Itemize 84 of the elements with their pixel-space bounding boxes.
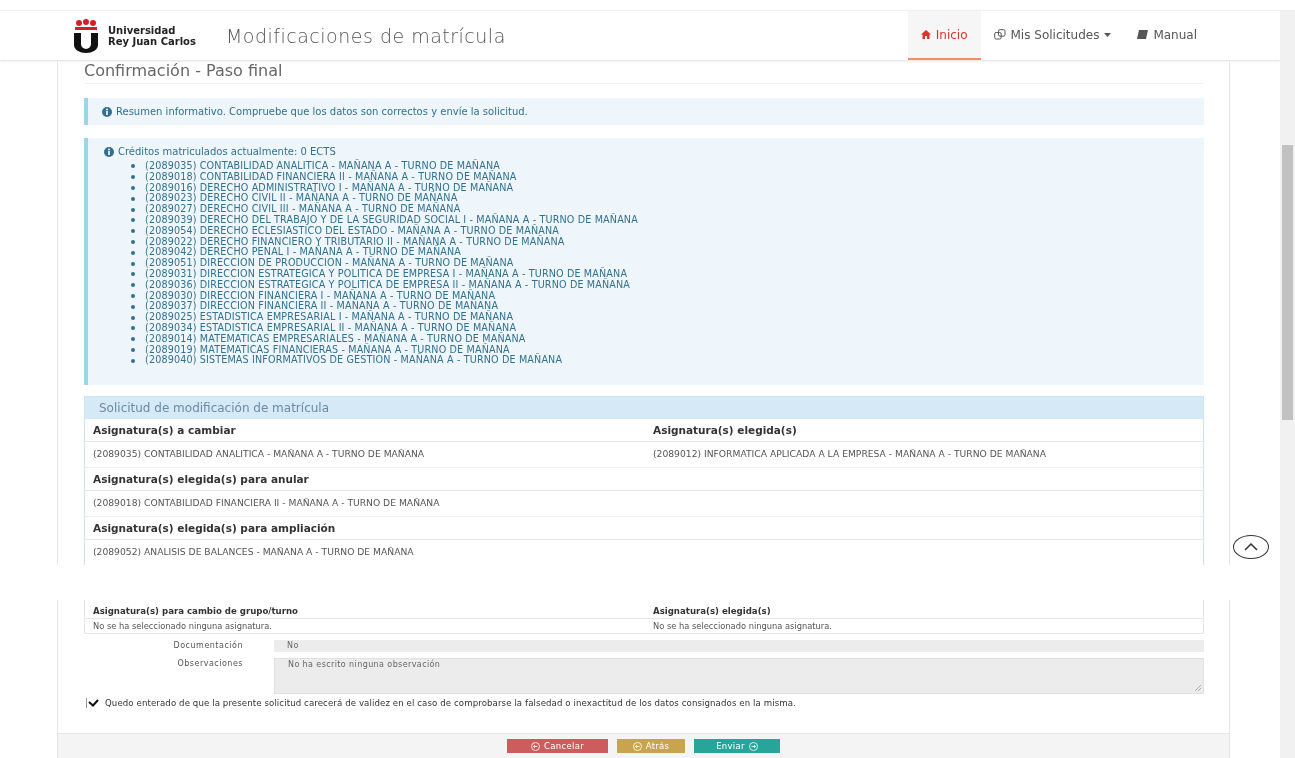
subject-item: (2089027) DERECHO CIVIL III - MAÑANA A - TURNO DE MAÑANA: [145, 204, 461, 215]
subject-item: (2089016) DERECHO ADMINISTRATIVO I - MAÑANA A - TURNO DE MAÑANA: [145, 182, 514, 193]
checkbox[interactable]: [86, 698, 99, 708]
back-arrow-icon: [632, 741, 642, 751]
bullet-icon: [131, 293, 135, 298]
bullet-icon: [131, 229, 135, 234]
bullet-icon: [131, 196, 135, 201]
cancel-button[interactable]: Cancelar: [507, 739, 608, 753]
bullet-icon: [131, 175, 135, 180]
subject-item: (2089018) CONTABILIDAD FINANCIERA II - MAÑANA A - TURNO DE MAÑANA: [145, 171, 517, 182]
nav-link[interactable]: Inicio: [907, 11, 981, 60]
bullet-icon: [131, 283, 135, 288]
subject-item: (2089035) CONTABILIDAD ANALITICA - MAÑANA A - TURNO DE MAÑANA: [145, 161, 500, 171]
text-area[interactable]: No ha escrito ninguna observación: [274, 658, 1204, 694]
agreement-text: Quedo enterado de que la presente solicitud carecerá de validez en el caso de comprobarse la falsedad o inexactitud de los datos consignados en la misma.: [105, 698, 796, 708]
subject-item: (2089031) DIRECCION ESTRATEGICA Y POLITICA DE EMPRESA I - MAÑANA A - TURNO DE MAÑANA: [145, 268, 628, 279]
column-heading: Asignatura(s) elegida(s): [653, 606, 772, 616]
column-heading: Asignatura(s) para cambio de grupo/turno: [93, 606, 299, 616]
book-icon: [1137, 30, 1149, 39]
back-arrow-icon: [531, 741, 541, 751]
column-heading: Asignatura(s) elegida(s) para anular: [93, 473, 310, 485]
home-icon: [920, 30, 931, 39]
bullet-icon: [131, 304, 135, 309]
column-heading: Asignatura(s) elegida(s) para ampliación: [93, 522, 337, 534]
bullet-icon: [131, 347, 135, 352]
checkmark-icon: [87, 699, 99, 707]
column-heading: Asignatura(s) a cambiar: [93, 424, 237, 436]
subject-item: (2089023) DERECHO CIVIL II - MAÑANA A - TURNO DE MAÑANA: [145, 193, 458, 204]
scroll-to-top-button[interactable]: [1233, 535, 1269, 559]
info-icon: [104, 146, 114, 157]
university-logo-icon: [72, 18, 100, 53]
subject-item: (2089014) MATEMATICAS EMPRESARIALES - MAÑANA A - TURNO DE MAÑANA: [145, 333, 526, 344]
subject-item: (2089040) SISTEMAS INFORMATIVOS DE GESTION - MAÑANA A - TURNO DE MAÑANA: [145, 355, 563, 367]
copy-icon: [993, 29, 1006, 40]
table-cell-text: (2089012) INFORMATICA APLICADA A LA EMPRESA - MAÑANA A - TURNO DE MAÑANA: [653, 448, 1047, 459]
university-name: Universidad: [108, 24, 177, 36]
subject-item: (2089030) DIRECCION FINANCIERA I - MAÑANA A - TURNO DE MAÑANA: [145, 290, 496, 301]
bullet-icon: [131, 164, 135, 169]
page-title: Confirmación - Paso final: [84, 60, 1204, 84]
column-heading: Asignatura(s) elegida(s): [653, 424, 798, 436]
field-label: Documentación: [172, 640, 244, 650]
subject-item: (2089051) DIRECCION DE PRODUCCION - MAÑANA A - TURNO DE MAÑANA: [145, 258, 514, 269]
nav-link[interactable]: Mis Solicitudes: [980, 11, 1125, 60]
app-title: Modificaciones de matrícula: [225, 24, 506, 47]
subject-item: (2089037) DIRECCION FINANCIERA II - MAÑANA A - TURNO DE MAÑANA: [145, 301, 499, 312]
subject-item: (2089042) DERECHO PENAL I - MAÑANA A - TURNO DE MAÑANA: [145, 247, 462, 258]
bullet-icon: [131, 239, 135, 244]
bullet-icon: [131, 261, 135, 266]
subject-item: (2089039) DERECHO DEL TRABAJO Y DE LA SEGURIDAD SOCIAL I - MAÑANA A - TURNO DE MAÑANA: [145, 215, 638, 225]
panel-title: Solicitud de modificación de matrícula: [85, 397, 1203, 419]
bullet-icon: [131, 207, 135, 212]
bullet-icon: [131, 272, 135, 277]
bullet-icon: [131, 326, 135, 331]
scrollbar-thumb[interactable]: [1282, 145, 1293, 420]
bullet-icon: [131, 337, 135, 342]
bullet-icon: [131, 218, 135, 223]
alert-text: Resumen informativo. Compruebe que los datos son correctos y envíe la solicitud.: [116, 106, 528, 117]
subject-item: (2089019) MATEMATICAS FINANCIERAS - MAÑANA A - TURNO DE MAÑANA: [145, 344, 510, 355]
resize-grip-icon: [1195, 685, 1201, 691]
table-cell-text: (2089052) ANALISIS DE BALANCES - MAÑANA A - TURNO DE MAÑANA: [93, 546, 415, 557]
bullet-icon: [131, 250, 135, 255]
send-button[interactable]: Enviar: [694, 739, 780, 753]
table-cell-text: No se ha seleccionado ninguna asignatura.: [653, 621, 833, 631]
nav-link[interactable]: Manual: [1124, 11, 1210, 60]
info-icon: [102, 106, 112, 117]
table-cell-text: (2089018) CONTABILIDAD FINANCIERA II - MAÑANA A - TURNO DE MAÑANA: [93, 497, 441, 508]
scrollbar[interactable]: [1280, 10, 1295, 758]
table-cell-text: (2089035) CONTABILIDAD ANALITICA - MAÑANA A - TURNO DE MAÑANA: [93, 448, 426, 459]
subject-item: (2089025) ESTADISTICA EMPRESARIAL I - MAÑANA A - TURNO DE MAÑANA: [145, 312, 514, 323]
chevron-up-icon: [1244, 543, 1258, 551]
caret-icon: [1104, 32, 1112, 37]
subject-item: (2089034) ESTADISTICA EMPRESARIAL II - MAÑANA A - TURNO DE MAÑANA: [145, 322, 517, 333]
credits-heading: Créditos matriculados actualmente: 0 ECTS: [118, 146, 336, 157]
input-field[interactable]: No: [274, 640, 1204, 652]
subject-item: (2089054) DERECHO ECLESIASTICO DEL ESTADO - MAÑANA A - TURNO DE MAÑANA: [145, 225, 559, 236]
university-name: Rey Juan Carlos: [108, 35, 196, 47]
field-label: Observaciones: [176, 658, 244, 668]
bullet-icon: [131, 186, 135, 190]
bullet-icon: [131, 315, 135, 320]
bullet-icon: [131, 358, 135, 363]
subject-item: (2089036) DIRECCION ESTRATEGICA Y POLITICA DE EMPRESA II - MAÑANA A - TURNO DE MAÑANA: [145, 279, 631, 290]
subject-item: (2089022) DERECHO FINANCIERO Y TRIBUTARIO II - MAÑANA A - TURNO DE MAÑANA: [145, 236, 565, 247]
table-cell-text: No se ha seleccionado ninguna asignatura.: [93, 621, 273, 631]
forward-arrow-icon: [748, 741, 758, 751]
